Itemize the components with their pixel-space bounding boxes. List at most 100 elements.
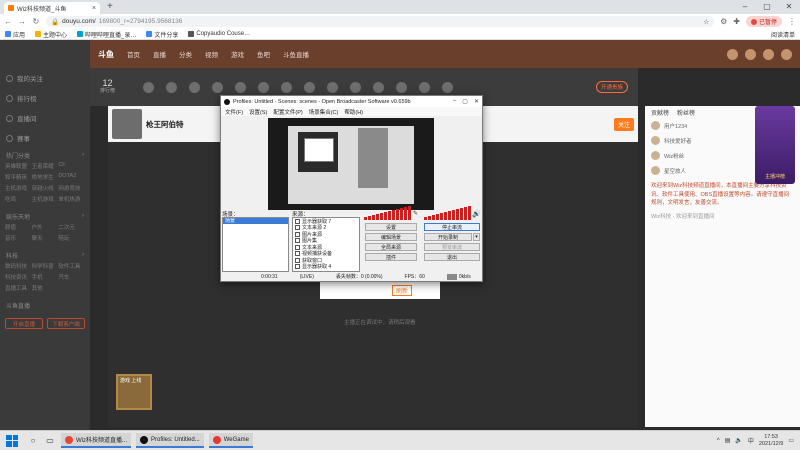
sources-list[interactable]: 显示器获取 7 文本来源 2 图片来源 图片集 文本来源 视频捕获设备 获取窗口… [292,217,360,272]
category-link[interactable]: 聊天 [32,234,59,242]
profile-paused-badge[interactable]: 已暂停 [745,16,782,27]
bookmark-theme[interactable]: 主题中心 [35,30,67,39]
nav-item[interactable]: 分类 [179,49,192,59]
global-sources-button[interactable]: 全局来源 [365,243,417,251]
taskbar-item-browser[interactable]: Wiz科技频道直播... [61,433,131,448]
bookmark-bilibili[interactable]: 哔哩哔哩直播_录… [77,30,136,39]
tab-contribution[interactable]: 贡献榜 [651,108,669,117]
obs-preview[interactable] [268,118,434,210]
recording-dropdown-icon[interactable]: ▾ [473,233,480,241]
gift-icon[interactable] [212,81,224,93]
nav-item[interactable]: 游戏 [231,49,244,59]
close-icon[interactable]: ✕ [778,0,800,14]
task-view-icon[interactable]: ▭ [44,435,56,447]
notification-icon[interactable]: ▭ [788,437,794,444]
exit-button[interactable]: 退出 [424,253,480,261]
follow-icon[interactable] [745,48,756,60]
category-link[interactable]: 户外 [32,223,59,231]
category-link[interactable]: CF [58,162,85,170]
network-icon[interactable]: ▤ [725,437,731,444]
category-link[interactable]: 绝地求生 [32,173,59,181]
gift-icon[interactable] [189,81,201,93]
gift-icon[interactable] [350,81,362,93]
gift-icon[interactable] [327,81,339,93]
gift-icon[interactable] [396,81,408,93]
gift-icon[interactable] [373,81,385,93]
category-link[interactable]: 主机游戏 [32,195,59,203]
checkbox[interactable] [295,218,300,224]
checkbox[interactable] [295,244,300,250]
menu-icon[interactable]: ⋮ [788,17,796,26]
tab-fans[interactable]: 粉丝榜 [677,108,695,117]
category-link[interactable]: 王者荣耀 [32,162,59,170]
bookmark-share[interactable]: 文件分享 [146,30,178,39]
chevron-right-icon[interactable]: › [82,152,84,158]
tab-close-icon[interactable]: × [92,5,96,12]
maximize-icon[interactable]: ▢ [756,0,778,14]
category-link[interactable]: 吃鸡 [5,195,32,203]
pencil-icon[interactable]: ✎ [413,210,418,217]
desktop-volume-meter[interactable] [364,206,411,220]
menu-file[interactable]: 文件(F) [225,108,243,116]
gift-icon[interactable] [281,81,293,93]
checkbox[interactable] [295,257,300,263]
gift-icon[interactable] [442,81,454,93]
gift-icon[interactable] [304,81,316,93]
reading-list[interactable]: 阅读清单 [771,30,795,39]
checkbox[interactable] [295,225,300,231]
reload-icon[interactable]: ↻ [32,17,40,26]
rank-badge[interactable]: 12 排行榜 [100,78,115,94]
clock[interactable]: 17:53 2021/12/9 [759,434,783,448]
gift-banner[interactable]: 主播冲榜 [755,106,795,184]
nav-item[interactable]: 斗鱼直播 [283,49,309,59]
chevron-right-icon[interactable]: › [82,252,84,258]
category-link[interactable]: 主机游戏 [5,184,32,192]
menu-scene-collection[interactable]: 场景集合(C) [309,108,339,116]
category-link[interactable]: 二次元 [58,223,85,231]
sidebar-item-live[interactable]: 直播间 [0,108,90,128]
checkbox[interactable] [295,238,300,244]
chevron-right-icon[interactable]: › [82,213,84,219]
menu-profiles[interactable]: 配置文件(P) [273,108,302,116]
mic-volume-meter[interactable] [424,206,471,220]
category-link[interactable]: 其他 [32,284,59,292]
volume-icon[interactable]: 🔈 [735,437,742,444]
address-bar[interactable]: 🔒 douyu.com/169800_r=2794195.9568136 ☆ [46,16,715,27]
nav-item[interactable]: 直播 [153,49,166,59]
menu-settings[interactable]: 设置(S) [249,108,267,116]
category-link[interactable]: 单机热游 [58,195,85,203]
maximize-icon[interactable]: ▢ [462,98,468,105]
category-link[interactable]: 数码科技 [5,262,32,270]
category-link[interactable]: 陪玩 [58,234,85,242]
settings-button[interactable]: 设置 [365,223,417,231]
checkbox[interactable] [295,251,300,257]
sidebar-item-match[interactable]: 赛事 [0,128,90,148]
noble-button[interactable]: 开通贵族 [595,81,628,93]
gift-icon[interactable] [258,81,270,93]
bookmark-copyaudio[interactable]: Copyaudio Couse… [188,31,250,37]
category-link[interactable]: 英雄联盟 [5,162,32,170]
sidebar-item-follow[interactable]: 我的关注 [0,68,90,88]
sidebar-item-rank[interactable]: 排行榜 [0,88,90,108]
message-icon[interactable] [763,48,774,60]
taskbar-item-obs[interactable]: Profiles: Untitled... [136,433,204,448]
download-client-button[interactable]: 下载客户端 [47,318,85,329]
ime-icon[interactable]: 中 [748,436,754,445]
stop-stream-button[interactable]: 停止串流 [424,223,480,231]
tray-up-icon[interactable]: ^ [717,438,720,444]
star-icon[interactable]: ☆ [703,18,709,26]
category-link[interactable]: 汽车 [58,273,85,281]
start-live-button[interactable]: 开启直播 [5,318,43,329]
scene-item[interactable]: 场景 [223,218,288,224]
windows-start-icon[interactable] [6,434,18,447]
site-logo[interactable]: 斗鱼 [98,49,114,60]
user-avatar[interactable] [781,48,792,60]
minimize-icon[interactable]: – [734,0,756,14]
speaker-icon[interactable]: 🔊 [472,210,481,218]
nav-item[interactable]: 视频 [205,49,218,59]
category-link[interactable]: 和平精英 [5,173,32,181]
category-link[interactable]: 穿越火线 [32,184,59,192]
gift-icon[interactable] [235,81,247,93]
refresh-button[interactable]: 刷新 [392,285,413,296]
forward-icon[interactable]: → [18,17,26,26]
